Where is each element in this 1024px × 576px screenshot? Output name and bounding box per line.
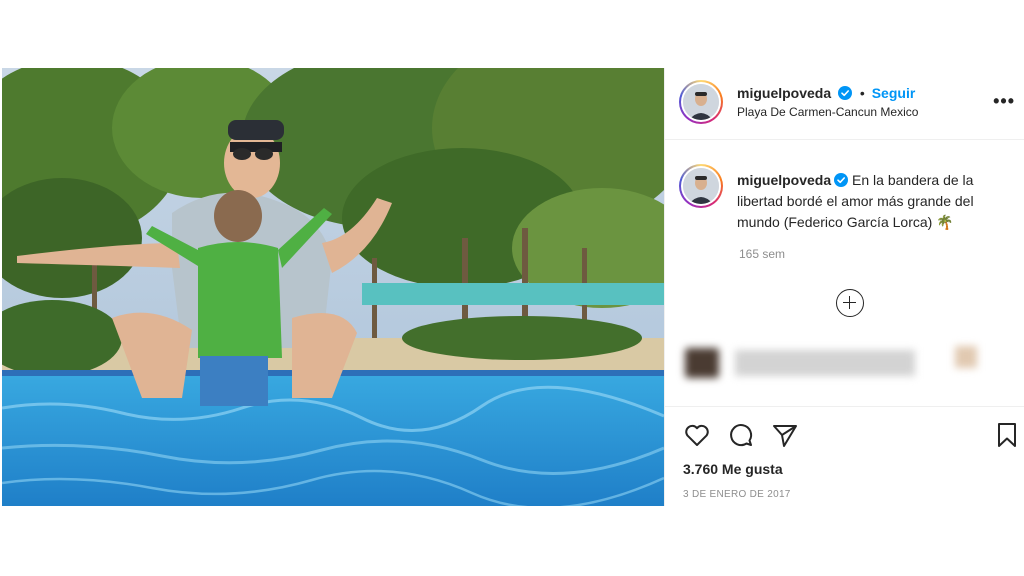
follow-button[interactable]: Seguir <box>872 85 916 101</box>
username[interactable]: miguelpoveda <box>737 85 831 101</box>
header-username-line: miguelpoveda • Seguir <box>737 85 915 101</box>
blurred-emoji <box>955 346 977 368</box>
post-actions: 3.760 Me gusta 3 DE ENERO DE 2017 <box>665 406 1024 506</box>
bookmark-icon[interactable] <box>993 421 1021 449</box>
beach-pool-photo <box>2 68 664 506</box>
comment-bubble-icon[interactable] <box>727 421 755 449</box>
avatar-image <box>683 84 719 120</box>
blurred-comment <box>673 340 979 384</box>
more-options-icon[interactable]: ••• <box>993 92 1015 110</box>
avatar-image <box>683 168 719 204</box>
location-link[interactable]: Playa De Carmen-Cancun Mexico <box>737 105 918 119</box>
blurred-avatar <box>685 348 719 378</box>
post-time-ago[interactable]: 165 sem <box>739 247 785 261</box>
caption-username[interactable]: miguelpoveda <box>737 172 831 188</box>
heart-icon[interactable] <box>683 421 711 449</box>
post-header: miguelpoveda • Seguir Playa De Carmen-Ca… <box>665 68 1024 140</box>
separator: • <box>859 85 865 101</box>
post-details-panel: miguelpoveda • Seguir Playa De Carmen-Ca… <box>664 68 1024 506</box>
likes-count[interactable]: 3.760 Me gusta <box>683 461 783 477</box>
verified-badge-icon <box>838 86 853 100</box>
blurred-text <box>735 350 915 376</box>
caption-avatar[interactable] <box>679 164 723 208</box>
post-caption: miguelpoveda En la bandera de la liberta… <box>737 170 1009 233</box>
post-date: 3 DE ENERO DE 2017 <box>683 489 791 500</box>
plus-circle-icon[interactable] <box>836 289 864 317</box>
verified-badge-icon <box>834 173 849 187</box>
avatar[interactable] <box>679 80 723 124</box>
post-photo[interactable] <box>2 68 664 506</box>
paper-plane-icon[interactable] <box>771 421 799 449</box>
